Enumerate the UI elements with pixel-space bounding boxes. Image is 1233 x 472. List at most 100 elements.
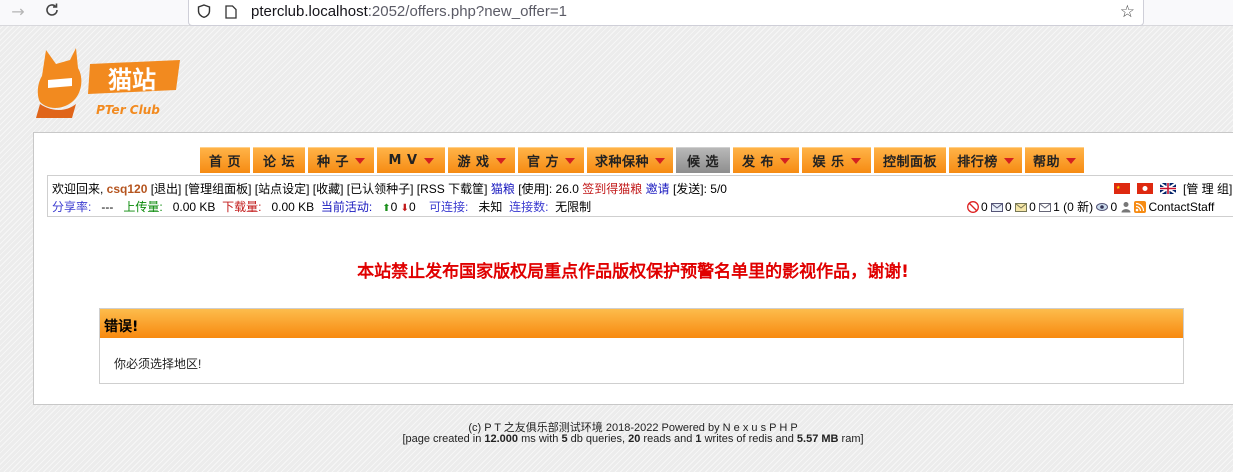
menu-item-label: 求种保种: [595, 155, 650, 170]
checkin-link[interactable]: 签到得猫粮: [582, 182, 642, 196]
menu-item[interactable]: 种 子: [308, 147, 374, 173]
menu-item-label: 种 子: [316, 155, 350, 170]
menu-item[interactable]: 求种保种: [587, 147, 673, 173]
dropdown-arrow-icon: [355, 157, 366, 164]
rss-basket-link[interactable]: [RSS 下载筐]: [417, 182, 488, 196]
svg-text:★: ★: [1116, 185, 1121, 191]
reload-icon[interactable]: [42, 2, 62, 22]
claimed-torrents-link[interactable]: [已认领种子]: [347, 182, 414, 196]
connectable-value: 未知: [478, 200, 503, 214]
staff-link[interactable]: [管 理 组]: [1183, 182, 1232, 196]
seeding-count: 0: [390, 200, 398, 214]
bonus-usage[interactable]: [使用]: 26.0: [518, 182, 579, 196]
offer-messages-count[interactable]: 0: [1029, 200, 1036, 214]
menu-item-label: 论 坛: [262, 155, 296, 170]
dropdown-arrow-icon: [565, 157, 576, 164]
upload-label: 上传量:: [123, 200, 163, 214]
contact-staff-link[interactable]: ContactStaff: [1148, 200, 1214, 214]
menu-item-label: 发 布: [741, 155, 775, 170]
ratio-value: ---: [101, 200, 114, 214]
menu-item[interactable]: 论 坛: [253, 147, 305, 173]
site-logo[interactable]: 猫站 PTer Club: [32, 42, 182, 122]
favorites-link[interactable]: [收藏]: [313, 182, 344, 196]
address-bar[interactable]: pterclub.localhost:2052/offers.php?new_o…: [188, 0, 1144, 26]
svg-text:PTer Club: PTer Club: [96, 103, 160, 117]
rss-icon[interactable]: [1134, 201, 1147, 213]
invite-link[interactable]: 邀请: [646, 182, 670, 196]
welcome-text: 欢迎回来,: [52, 182, 107, 196]
menu-item[interactable]: 排行榜: [949, 147, 1022, 173]
dropdown-arrow-icon: [780, 157, 791, 164]
error-header: 错误!: [100, 309, 1183, 338]
dropdown-arrow-icon: [655, 157, 666, 164]
menu-item[interactable]: M V: [377, 147, 445, 173]
menu-item-label: 娱 乐: [812, 155, 845, 170]
download-value: 0.00 KB: [271, 200, 315, 214]
connections-label: 连接数:: [509, 200, 549, 214]
dropdown-arrow-icon: [850, 157, 861, 164]
user-bar: 欢迎回来, csq120 [退出] [管理组面板] [站点设定] [收藏] [已…: [52, 180, 727, 197]
offer-message-icon[interactable]: [1015, 201, 1028, 213]
seeding-arrow-icon: ⬆: [382, 203, 391, 214]
reports-count[interactable]: 0: [981, 200, 988, 214]
message-icons-bar: 0 0 0 1 (0 新) 0 ContactStaff: [967, 198, 1214, 215]
svg-text:猫站: 猫站: [108, 66, 156, 94]
error-box: 错误! 你必须选择地区!: [99, 308, 1184, 384]
site-settings-link[interactable]: [站点设定]: [255, 182, 310, 196]
upload-value: 0.00 KB: [172, 200, 216, 214]
dropdown-arrow-icon: [423, 157, 434, 164]
menu-item-label: 候 选: [686, 155, 720, 170]
url-text[interactable]: pterclub.localhost:2052/offers.php?new_o…: [251, 3, 567, 20]
menu-item[interactable]: 发 布: [733, 147, 799, 173]
inbox-icon[interactable]: [1039, 201, 1052, 213]
back-arrow-icon[interactable]: →: [8, 2, 28, 22]
person-icon[interactable]: [1120, 201, 1132, 213]
staff-message-icon[interactable]: [991, 201, 1004, 213]
leeching-arrow-icon: ⬇: [400, 203, 410, 214]
main-menu: 首 页 论 坛 种 子 M V 游 戏 官 方 求种保种 候 选 发 布 娱 乐 控制面板 排行榜 帮助: [200, 147, 1087, 173]
footer-stats: [page created in 12.000 ms with 5 db que…: [402, 433, 864, 445]
menu-item-label: 官 方: [526, 155, 560, 170]
stats-bar: 分享率: --- 上传量: 0.00 KB 下载量: 0.00 KB 当前活动:…: [52, 198, 591, 215]
shield-icon[interactable]: [197, 4, 211, 18]
menu-item-label: 帮助: [1033, 155, 1061, 170]
logout-link[interactable]: [退出]: [151, 182, 182, 196]
friends-count[interactable]: 0: [1110, 200, 1117, 214]
menu-item[interactable]: 帮助: [1025, 147, 1084, 173]
page-icon: [225, 5, 237, 19]
error-message: 你必须选择地区!: [114, 357, 202, 371]
menu-item[interactable]: 控制面板: [874, 147, 946, 173]
leeching-count: 0: [409, 200, 416, 214]
dropdown-arrow-icon: [1003, 157, 1014, 164]
menu-item-label: 游 戏: [457, 155, 490, 170]
connectable-label: 可连接:: [429, 200, 469, 214]
menu-item-label: M V: [388, 153, 418, 168]
staff-messages-count[interactable]: 0: [1005, 200, 1012, 214]
menu-item[interactable]: 候 选: [676, 147, 730, 173]
hk-flag-icon[interactable]: [1137, 183, 1153, 194]
language-flags: ★ [管 理 组]: [1114, 180, 1232, 197]
inbox-count[interactable]: 1 (0 新): [1053, 200, 1093, 214]
active-label: 当前活动:: [320, 200, 373, 214]
cn-flag-icon[interactable]: ★: [1114, 183, 1130, 194]
friends-icon[interactable]: [1096, 201, 1109, 213]
dropdown-arrow-icon: [1066, 157, 1077, 164]
menu-item[interactable]: 首 页: [200, 147, 250, 173]
connections-value: 无限制: [555, 200, 592, 214]
menu-item-label: 首 页: [208, 155, 242, 170]
report-icon[interactable]: [967, 201, 979, 213]
error-title: 错误!: [104, 319, 139, 335]
invite-sent: [发送]: 5/0: [672, 182, 727, 196]
admin-panel-link[interactable]: [管理组面板]: [185, 182, 252, 196]
ratio-label: 分享率:: [52, 200, 92, 214]
menu-item-label: 控制面板: [882, 155, 937, 170]
browser-toolbar: → pterclub.localhost:2052/offers.php?new…: [0, 0, 1233, 26]
menu-item[interactable]: 娱 乐: [802, 147, 871, 173]
bookmark-star-icon[interactable]: ☆: [1120, 2, 1135, 22]
uk-flag-icon[interactable]: [1160, 183, 1176, 194]
menu-item[interactable]: 游 戏: [448, 147, 515, 173]
username-link[interactable]: csq120: [107, 182, 148, 196]
menu-item[interactable]: 官 方: [518, 147, 584, 173]
copyright-notice: 本站禁止发布国家版权局重点作品版权保护预警名单里的影视作品，谢谢!: [357, 262, 909, 282]
bonus-link[interactable]: 猫粮: [491, 182, 515, 196]
